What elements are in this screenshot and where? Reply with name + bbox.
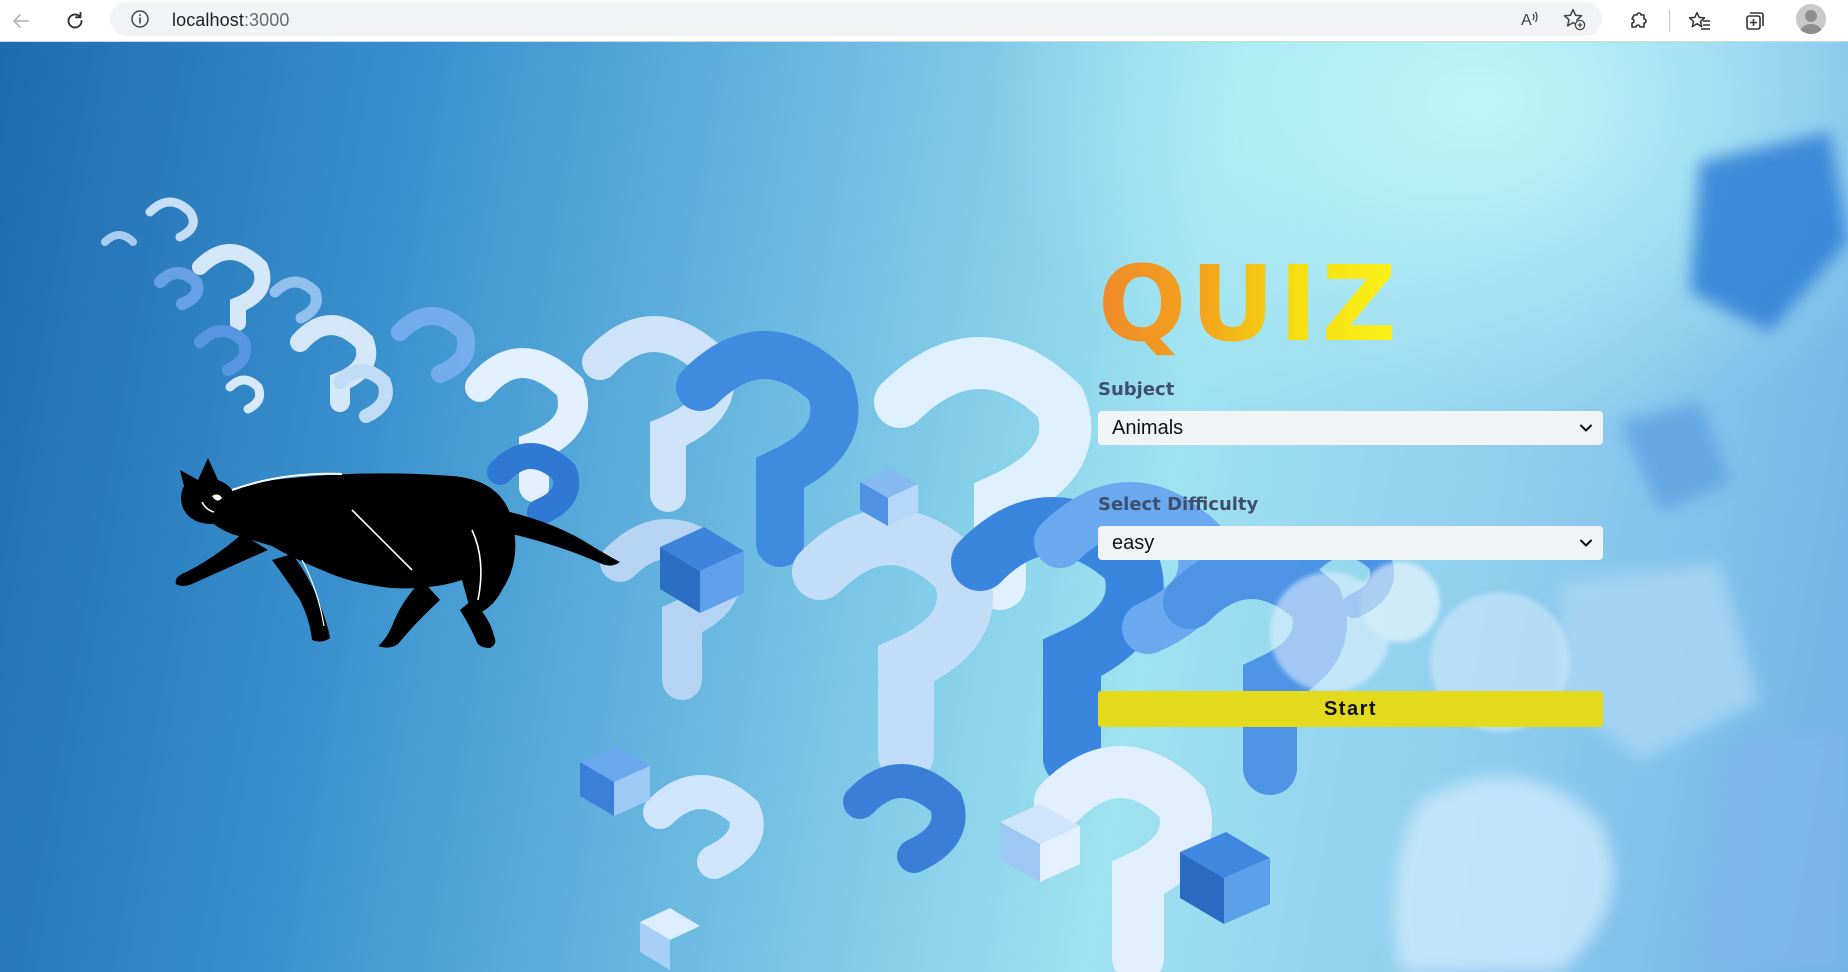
add-favorite-icon[interactable] (1562, 7, 1586, 31)
url-text[interactable]: localhost:3000 (172, 10, 290, 31)
quiz-title: QUIZ (1098, 243, 1401, 365)
svg-text:A: A (1521, 12, 1532, 29)
difficulty-selected-value: easy (1112, 532, 1155, 554)
start-button[interactable]: Start (1098, 691, 1603, 727)
read-aloud-icon[interactable]: A (1518, 7, 1542, 31)
difficulty-select[interactable]: easy (1098, 526, 1603, 560)
back-arrow-icon[interactable] (6, 6, 36, 36)
difficulty-label: Select Difficulty (1098, 494, 1259, 515)
profile-avatar-icon[interactable] (1796, 4, 1826, 34)
reload-icon[interactable] (60, 6, 90, 36)
chevron-down-icon (1580, 424, 1592, 432)
subject-label: Subject (1098, 379, 1175, 400)
subject-select[interactable]: Animals (1098, 411, 1603, 445)
favorites-icon[interactable] (1685, 6, 1715, 36)
page-viewport: QUIZ Subject Animals Select Difficulty e… (0, 42, 1848, 972)
cat-illustration (175, 458, 620, 648)
browser-toolbar: localhost:3000 A (0, 0, 1848, 42)
chevron-down-icon (1580, 539, 1592, 547)
extensions-icon[interactable] (1624, 6, 1654, 36)
subject-selected-value: Animals (1112, 417, 1184, 439)
toolbar-divider (1669, 10, 1670, 32)
url-port: :3000 (243, 10, 290, 30)
info-icon[interactable] (130, 9, 150, 29)
url-host: localhost (172, 10, 244, 30)
collections-icon[interactable] (1740, 6, 1770, 36)
address-bar[interactable]: localhost:3000 A (110, 2, 1602, 36)
